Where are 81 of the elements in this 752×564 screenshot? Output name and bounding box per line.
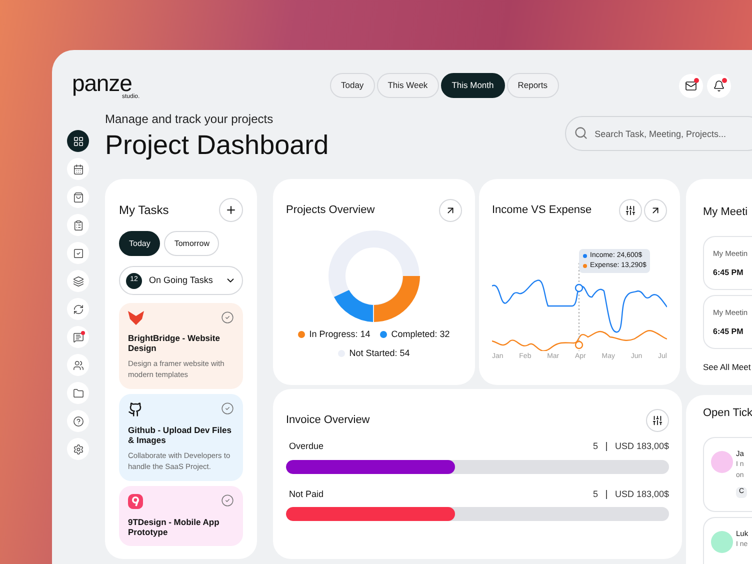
- meeting-time: 6:45 PM: [713, 267, 744, 280]
- filter-label: On Going Tasks: [149, 274, 213, 287]
- settings-nav-button[interactable]: [67, 438, 89, 460]
- legend-label: In Progress: 14: [309, 328, 370, 341]
- chat-nav-button[interactable]: [67, 326, 89, 348]
- layers-nav-button[interactable]: [67, 270, 89, 292]
- card-title: Invoice Overview: [286, 413, 370, 428]
- card-title: My Tasks: [119, 202, 169, 219]
- search-icon: [574, 126, 588, 140]
- check-circle-icon[interactable]: [221, 494, 234, 507]
- dashboard-nav-button[interactable]: [67, 130, 89, 152]
- clipboard-icon: [72, 220, 84, 230]
- invoice-label: Not Paid: [289, 488, 324, 500]
- check-circle-icon[interactable]: [221, 311, 234, 324]
- day-tab[interactable]: Tomorrow: [164, 231, 220, 256]
- bell-icon: [712, 80, 724, 92]
- bag-icon: [72, 192, 84, 202]
- completed-segment: [334, 290, 373, 322]
- search-field[interactable]: Search Task, Meeting, Projects...: [564, 116, 752, 151]
- logo-wordmark: panze: [72, 72, 132, 94]
- expand-button[interactable]: [644, 199, 667, 222]
- period-tab[interactable]: This Month: [440, 73, 505, 98]
- expand-button[interactable]: [439, 199, 462, 222]
- filter-button[interactable]: [619, 199, 642, 222]
- add-button[interactable]: [219, 198, 243, 222]
- filter-button[interactable]: [646, 409, 669, 432]
- invoice-label: Overdue: [289, 440, 324, 453]
- task-title: BrightBridge - Website Design: [128, 333, 221, 353]
- legend-label: Not Started: 54: [349, 346, 410, 360]
- invoice-count: 5: [592, 440, 598, 453]
- card-title: Projects Overview: [286, 203, 375, 218]
- income-point: [574, 284, 584, 292]
- grid-icon: [72, 136, 84, 146]
- period-tab[interactable]: Reports: [506, 73, 558, 98]
- arrow-up-right-icon: [445, 205, 456, 216]
- mail-icon: [684, 80, 696, 92]
- folder-nav-button[interactable]: [67, 382, 89, 404]
- help-nav-button[interactable]: [67, 410, 89, 432]
- page-title: Project Dashboard: [105, 129, 329, 162]
- legend-label: Completed: 32: [391, 328, 450, 341]
- arrow-up-right-icon: [650, 205, 661, 216]
- nine-logo-icon: [128, 494, 143, 509]
- refresh-nav-button[interactable]: [67, 298, 89, 320]
- square-tick-icon: [72, 248, 84, 258]
- plus-icon: [225, 204, 237, 216]
- bag-nav-button[interactable]: [67, 186, 89, 208]
- chat-icon: [72, 332, 84, 342]
- layers-icon: [72, 276, 84, 286]
- invoice-amount: USD 183,00$: [614, 440, 669, 453]
- users-icon: [72, 360, 84, 370]
- page-subtitle: Manage and track your projects: [105, 112, 274, 126]
- invoice-count: 5: [592, 488, 598, 500]
- task-card[interactable]: 9TDesign - Mobile App Prototype: [119, 486, 243, 546]
- clipboard-nav-button[interactable]: [67, 214, 89, 236]
- calendar-icon: [72, 164, 84, 174]
- meeting-time: 6:45 PM: [713, 326, 744, 338]
- card-title: Income VS Expense: [492, 203, 592, 218]
- see-all-link[interactable]: See All Meet: [703, 361, 752, 374]
- task-title: Github - Upload Dev Files & Images: [128, 425, 232, 445]
- task-title: 9TDesign - Mobile App Prototype: [128, 517, 220, 537]
- invoice-amount: USD 183,00$: [614, 488, 669, 500]
- github-logo-icon: [128, 402, 143, 417]
- check-circle-icon[interactable]: [221, 402, 234, 415]
- calendar-nav-button[interactable]: [67, 158, 89, 180]
- fox-logo-icon: [128, 311, 144, 325]
- mail-button[interactable]: [678, 74, 702, 98]
- users-nav-button[interactable]: [67, 354, 89, 376]
- bell-button[interactable]: [706, 74, 730, 98]
- card-title: My Meeti: [703, 206, 748, 218]
- day-tab[interactable]: Today: [119, 231, 160, 256]
- period-tab[interactable]: Today: [330, 73, 375, 98]
- refresh-icon: [72, 304, 84, 314]
- expense-point: [574, 340, 584, 350]
- period-tab[interactable]: This Week: [376, 73, 439, 98]
- sliders-icon: [625, 205, 636, 216]
- folder-icon: [72, 388, 84, 398]
- help-icon: [72, 416, 84, 426]
- settings-icon: [72, 444, 84, 454]
- sliders-icon: [652, 415, 663, 426]
- in-progress-segment: [374, 276, 420, 322]
- tasks-nav-button[interactable]: [67, 242, 89, 264]
